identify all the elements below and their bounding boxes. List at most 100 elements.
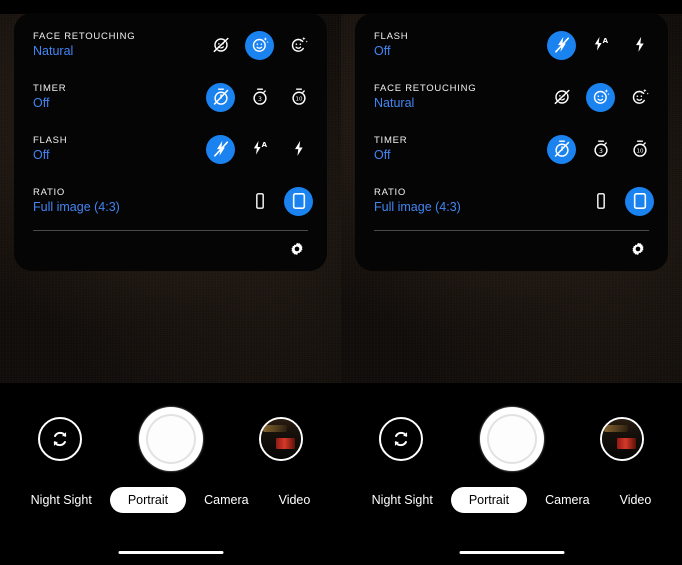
svg-text:3: 3	[599, 148, 603, 155]
face-retouch-soft-icon	[630, 87, 650, 107]
setting-row-timer-text: TIMER Off	[374, 134, 547, 164]
ratio-option-4-3[interactable]	[625, 186, 654, 216]
mode-video[interactable]: Video	[608, 487, 664, 513]
gear-icon[interactable]	[627, 238, 649, 260]
more-settings-row	[14, 231, 327, 263]
flash-auto-icon: A	[591, 35, 611, 55]
mode-portrait[interactable]: Portrait	[450, 487, 528, 513]
left-phone: FACE RETOUCHING Natural TIMER Off 3 10 F…	[0, 0, 341, 565]
setting-row-face-retouching-options	[547, 82, 654, 112]
setting-row-face-retouching-text: FACE RETOUCHING Natural	[374, 82, 547, 112]
face-retouching-option-off[interactable]	[206, 31, 235, 60]
shutter-button[interactable]	[479, 407, 544, 471]
flash-off-icon	[211, 139, 231, 159]
setting-row-timer: TIMER Off 3 10	[355, 123, 668, 175]
timer-option-3[interactable]: 3	[586, 135, 615, 164]
timer-option-off[interactable]	[547, 134, 576, 164]
setting-row-flash: FLASH Off A	[14, 123, 327, 175]
timer-option-off[interactable]	[206, 82, 235, 112]
face-retouch-natural-icon	[250, 35, 270, 55]
setting-row-flash-options: A	[547, 30, 654, 60]
timer-3s-icon: 3	[250, 87, 270, 107]
gallery-thumbnail[interactable]	[600, 417, 644, 461]
gallery-thumbnail[interactable]	[259, 417, 303, 461]
setting-row-flash-value: Off	[374, 44, 391, 58]
face-retouching-option-soft[interactable]	[625, 83, 654, 112]
mode-camera[interactable]: Camera	[533, 487, 601, 513]
ratio-option-16-9[interactable]	[245, 187, 274, 216]
face-retouching-option-natural[interactable]	[586, 82, 615, 112]
setting-row-timer-options: 3 10	[547, 134, 654, 164]
face-retouch-soft-icon	[289, 35, 309, 55]
mode-portrait[interactable]: Portrait	[109, 487, 187, 513]
mode-night-sight[interactable]: Night Sight	[19, 487, 104, 513]
setting-row-ratio-text: RATIO Full image (4:3)	[374, 186, 586, 216]
setting-row-timer-options: 3 10	[206, 82, 313, 112]
face-retouching-option-off[interactable]	[547, 83, 576, 112]
camera-flip-icon[interactable]	[379, 417, 423, 461]
setting-row-flash-title: FLASH	[374, 31, 409, 42]
setting-row-timer-value: Off	[374, 148, 391, 162]
setting-row-ratio-text: RATIO Full image (4:3)	[33, 186, 245, 216]
setting-row-face-retouching-value: Natural	[33, 44, 74, 58]
timer-off-icon	[211, 87, 231, 107]
flash-on-icon	[289, 139, 309, 159]
more-settings-row	[355, 231, 668, 263]
screenshot-pair: FACE RETOUCHING Natural TIMER Off 3 10 F…	[0, 0, 682, 565]
setting-row-flash-text: FLASH Off	[374, 30, 547, 60]
camera-bottom-bar: Night Sight Portrait Camera Video	[341, 383, 682, 565]
setting-row-ratio-options	[586, 186, 654, 216]
shutter-inner-ring	[486, 414, 537, 464]
setting-row-face-retouching-title: FACE RETOUCHING	[33, 31, 136, 42]
svg-text:3: 3	[258, 96, 262, 103]
ratio-option-16-9[interactable]	[586, 187, 615, 216]
face-retouching-option-soft[interactable]	[284, 31, 313, 60]
setting-row-face-retouching: FACE RETOUCHING Natural	[355, 71, 668, 123]
mode-video[interactable]: Video	[267, 487, 323, 513]
mode-camera[interactable]: Camera	[192, 487, 260, 513]
setting-row-ratio-value: Full image (4:3)	[374, 200, 461, 214]
setting-row-ratio-options	[245, 186, 313, 216]
flash-auto-icon: A	[250, 139, 270, 159]
timer-off-icon	[552, 139, 572, 159]
ratio-4-3-icon	[289, 191, 309, 211]
mode-night-sight[interactable]: Night Sight	[360, 487, 445, 513]
flash-option-auto[interactable]: A	[245, 135, 274, 164]
shutter-button[interactable]	[138, 407, 203, 471]
thumbnail-image	[261, 419, 301, 459]
ratio-4-3-icon	[630, 191, 650, 211]
flash-option-on[interactable]	[625, 31, 654, 60]
setting-row-flash-text: FLASH Off	[33, 134, 206, 164]
flash-on-icon	[630, 35, 650, 55]
svg-text:A: A	[602, 37, 608, 45]
mode-selector: Night Sight Portrait Camera Video	[341, 487, 682, 513]
flash-option-off[interactable]	[547, 30, 576, 60]
timer-option-10[interactable]: 10	[284, 83, 313, 112]
camera-flip-icon[interactable]	[38, 417, 82, 461]
status-area	[341, 0, 682, 14]
camera-settings-panel: FLASH Off A FACE RETOUCHING Natural TIME…	[355, 13, 668, 271]
flash-option-auto[interactable]: A	[586, 31, 615, 60]
setting-row-flash: FLASH Off A	[355, 19, 668, 71]
setting-row-face-retouching-title: FACE RETOUCHING	[374, 83, 477, 94]
setting-row-flash-value: Off	[33, 148, 50, 162]
home-indicator	[459, 551, 564, 554]
flash-option-on[interactable]	[284, 135, 313, 164]
timer-option-3[interactable]: 3	[245, 83, 274, 112]
svg-text:A: A	[261, 141, 267, 149]
setting-row-timer-title: TIMER	[374, 135, 408, 146]
timer-option-10[interactable]: 10	[625, 135, 654, 164]
camera-settings-panel: FACE RETOUCHING Natural TIMER Off 3 10 F…	[14, 13, 327, 271]
flash-off-icon	[552, 35, 572, 55]
gear-icon[interactable]	[286, 238, 308, 260]
ratio-option-4-3[interactable]	[284, 186, 313, 216]
setting-row-ratio: RATIO Full image (4:3)	[355, 175, 668, 227]
face-retouching-option-natural[interactable]	[245, 30, 274, 60]
flash-option-off[interactable]	[206, 134, 235, 164]
ratio-16-9-icon	[591, 191, 611, 211]
mode-selector: Night Sight Portrait Camera Video	[0, 487, 341, 513]
timer-10s-icon: 10	[289, 87, 309, 107]
timer-10s-icon: 10	[630, 139, 650, 159]
setting-row-ratio-value: Full image (4:3)	[33, 200, 120, 214]
setting-row-ratio: RATIO Full image (4:3)	[14, 175, 327, 227]
